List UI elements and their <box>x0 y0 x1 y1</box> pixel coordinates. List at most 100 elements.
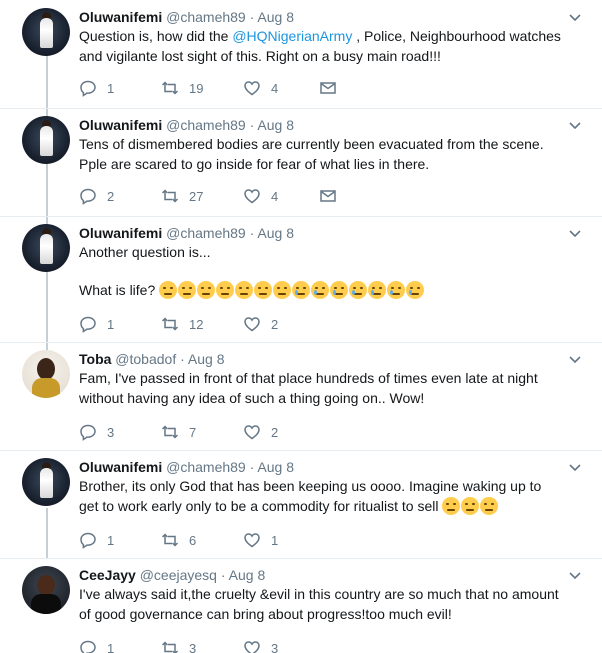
like-button[interactable]: 4 <box>243 78 278 98</box>
disappointed-face-emoji <box>159 281 178 299</box>
separator: · <box>249 225 255 241</box>
like-button[interactable]: 2 <box>243 314 278 334</box>
tweet[interactable]: Oluwanifemi @chameh89 · Aug 8 Tens of di… <box>0 116 602 216</box>
disappointed-face-emoji <box>254 281 273 299</box>
text-segment: Question is, how did the <box>79 28 233 44</box>
crying-face-emoji <box>311 281 330 299</box>
author-handle[interactable]: @chameh89 <box>166 117 246 133</box>
tweet-date[interactable]: Aug 8 <box>257 459 294 475</box>
direct-message-button[interactable] <box>319 186 337 206</box>
reply-button[interactable]: 3 <box>79 422 114 442</box>
tweet-date[interactable]: Aug 8 <box>188 351 225 367</box>
avatar[interactable] <box>22 8 70 56</box>
like-button[interactable]: 3 <box>243 638 278 653</box>
chevron-down-icon[interactable] <box>568 568 582 582</box>
like-button[interactable]: 1 <box>243 530 278 550</box>
author-handle[interactable]: @chameh89 <box>166 9 246 25</box>
emoji-row <box>442 497 499 515</box>
tweet-header: Toba @tobadof · Aug 8 <box>79 350 225 368</box>
chevron-down-icon[interactable] <box>568 226 582 240</box>
like-button[interactable]: 2 <box>243 422 278 442</box>
reply-button[interactable]: 1 <box>79 314 114 334</box>
retweet-button[interactable]: 7 <box>161 422 196 442</box>
hushed-face-emoji <box>461 497 480 515</box>
hushed-face-emoji <box>442 497 461 515</box>
direct-message-button[interactable] <box>319 78 337 98</box>
author-handle[interactable]: @chameh89 <box>166 225 246 241</box>
tweet-date[interactable]: Aug 8 <box>257 225 294 241</box>
like-count: 4 <box>271 80 279 96</box>
avatar[interactable] <box>22 566 70 614</box>
reply-button[interactable]: 1 <box>79 530 114 550</box>
like-button[interactable]: 4 <box>243 186 278 206</box>
author-name[interactable]: Oluwanifemi <box>79 9 162 25</box>
reply-icon <box>80 80 96 97</box>
retweet-icon <box>161 533 179 547</box>
retweet-icon <box>161 641 179 653</box>
tweet-text: Question is, how did the @HQNigerianArmy… <box>79 26 569 66</box>
author-name[interactable]: Oluwanifemi <box>79 117 162 133</box>
tweet-text: Another question is... What is life? <box>79 242 569 300</box>
chevron-down-icon[interactable] <box>568 460 582 474</box>
text-line: Brother, its only God that has been keep… <box>79 478 542 494</box>
crying-face-emoji <box>387 281 406 299</box>
author-name[interactable]: Oluwanifemi <box>79 225 162 241</box>
tweet-date[interactable]: Aug 8 <box>257 9 294 25</box>
reply-icon <box>80 424 96 441</box>
author-name[interactable]: Toba <box>79 351 111 367</box>
crying-face-emoji <box>406 281 425 299</box>
reply-button[interactable]: 1 <box>79 638 114 653</box>
retweet-button[interactable]: 19 <box>161 78 203 98</box>
like-count: 2 <box>271 316 279 332</box>
tweet[interactable]: Oluwanifemi @chameh89 · Aug 8 Question i… <box>0 8 602 108</box>
tweet-date[interactable]: Aug 8 <box>257 117 294 133</box>
retweet-count: 19 <box>189 80 204 96</box>
avatar[interactable] <box>22 350 70 398</box>
reply-count: 1 <box>107 532 115 548</box>
author-handle[interactable]: @tobadof <box>115 351 176 367</box>
tweet[interactable]: Oluwanifemi @chameh89 · Aug 8 Another qu… <box>0 224 602 342</box>
heart-icon <box>244 81 260 96</box>
separator: · <box>249 9 255 25</box>
author-name[interactable]: CeeJayy <box>79 567 136 583</box>
text-line: and vigilante lost sight of this. Right … <box>79 48 441 64</box>
chevron-down-icon[interactable] <box>568 118 582 132</box>
reply-button[interactable]: 1 <box>79 78 114 98</box>
heart-icon <box>244 425 260 440</box>
emoji-row <box>159 281 425 299</box>
crying-face-emoji <box>330 281 349 299</box>
retweet-button[interactable]: 27 <box>161 186 203 206</box>
retweet-button[interactable]: 3 <box>161 638 196 653</box>
divider <box>0 342 602 343</box>
tweet-header: CeeJayy @ceejayesq · Aug 8 <box>79 566 265 584</box>
tweet[interactable]: Toba @tobadof · Aug 8 Fam, I've passed i… <box>0 350 602 450</box>
chevron-down-icon[interactable] <box>568 10 582 24</box>
like-count: 2 <box>271 424 279 440</box>
disappointed-face-emoji <box>273 281 292 299</box>
tweet[interactable]: CeeJayy @ceejayesq · Aug 8 I've always s… <box>0 566 602 653</box>
avatar[interactable] <box>22 116 70 164</box>
retweet-button[interactable]: 6 <box>161 530 196 550</box>
avatar[interactable] <box>22 224 70 272</box>
text-line: without having any idea of such a thing … <box>79 390 425 406</box>
author-handle[interactable]: @chameh89 <box>166 459 246 475</box>
reply-button[interactable]: 2 <box>79 186 114 206</box>
reply-count: 3 <box>107 424 115 440</box>
author-handle[interactable]: @ceejayesq <box>140 567 217 583</box>
text-line: Pple are scared to go inside for fear of… <box>79 156 430 172</box>
text-line: Fam, I've passed in front of that place … <box>79 370 538 386</box>
retweet-icon <box>161 425 179 439</box>
text-line: Another question is... <box>79 244 211 260</box>
text-line: I've always said it,the cruelty &evil in… <box>79 586 559 602</box>
tweet-header: Oluwanifemi @chameh89 · Aug 8 <box>79 458 294 476</box>
avatar[interactable] <box>22 458 70 506</box>
disappointed-face-emoji <box>216 281 235 299</box>
author-name[interactable]: Oluwanifemi <box>79 459 162 475</box>
retweet-button[interactable]: 12 <box>161 314 203 334</box>
tweet-date[interactable]: Aug 8 <box>229 567 266 583</box>
text-segment: , Police, Neighbourhood watches <box>352 28 561 44</box>
chevron-down-icon[interactable] <box>568 352 582 366</box>
heart-icon <box>244 189 260 204</box>
mention-link[interactable]: @HQNigerianArmy <box>232 28 352 44</box>
tweet[interactable]: Oluwanifemi @chameh89 · Aug 8 Brother, i… <box>0 458 602 558</box>
